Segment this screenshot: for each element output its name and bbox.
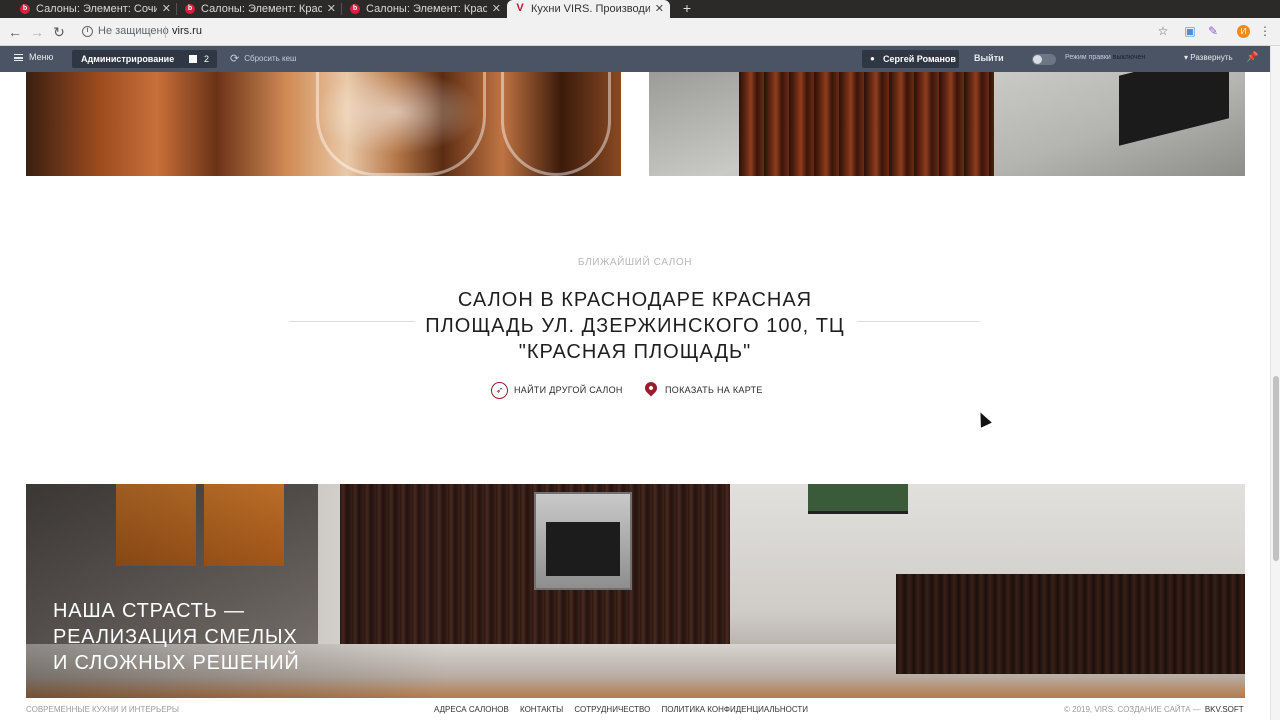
banner-slogan: НАША СТРАСТЬ — РЕАЛИЗАЦИЯ СМЕЛЫХ И СЛОЖН… [53, 598, 373, 676]
notifications-count: 2 [204, 54, 210, 64]
virs-favicon-icon: V [516, 2, 524, 14]
kitchen-banner[interactable]: НАША СТРАСТЬ — РЕАЛИЗАЦИЯ СМЕЛЫХ И СЛОЖН… [26, 484, 1245, 698]
copyright-text: © 2019, VIRS. СОЗДАНИЕ САЙТА — [1064, 705, 1201, 714]
tab-close-icon[interactable]: ✕ [492, 0, 501, 18]
hamburger-icon [14, 54, 23, 61]
dark-block [1119, 72, 1229, 146]
browser-menu-icon[interactable]: ⋮ [1258, 24, 1272, 38]
clear-cache-button[interactable]: ⟳ Сбросить кеш [230, 52, 296, 65]
mouse-cursor-icon [975, 409, 992, 428]
tab-strip: b Салоны: Элемент: Сочи ✕ b Салоны: Элем… [0, 0, 1280, 18]
notifications-button[interactable]: 2 [182, 50, 217, 68]
extension-cube-icon[interactable]: ▣ [1183, 24, 1197, 38]
reload-icon[interactable]: ↻ [50, 23, 68, 41]
footer-copyright: © 2019, VIRS. СОЗДАНИЕ САЙТА — BKV.SOFT [1064, 705, 1244, 714]
site-favicon-icon: b [185, 4, 195, 14]
show-on-map-label: ПОКАЗАТЬ НА КАРТЕ [665, 385, 763, 395]
chevron-down-icon: ▾ [1184, 53, 1189, 62]
expand-label: Развернуть [1190, 53, 1233, 62]
tv [808, 484, 908, 514]
administration-button[interactable]: Администрирование [72, 50, 184, 68]
tab-close-icon[interactable]: ✕ [327, 0, 336, 18]
section-eyebrow: БЛИЖАЙШИЙ САЛОН [577, 257, 693, 268]
oven [534, 492, 632, 590]
user-icon: ● [870, 54, 875, 63]
edit-mode-state: выключен [1112, 54, 1146, 61]
browser-window: b Салоны: Элемент: Сочи ✕ b Салоны: Элем… [0, 0, 1280, 720]
tab-salon-sochi[interactable]: b Салоны: Элемент: Сочи ✕ [12, 0, 177, 18]
edit-mode-label: Режим правки выключен [1065, 54, 1145, 61]
tab-salon-krasnodar-2[interactable]: b Салоны: Элемент: Крас ✕ [342, 0, 507, 18]
banner-line: НАША СТРАСТЬ — [53, 600, 245, 622]
message-icon [189, 55, 197, 63]
tab-title: Салоны: Элемент: Крас [201, 3, 322, 15]
kitchen-island [896, 574, 1245, 674]
map-pin-icon [642, 379, 660, 397]
footer-link-salons[interactable]: АДРЕСА САЛОНОВ [434, 705, 509, 714]
glass-decor [501, 72, 611, 176]
address-bar: ← → ↻ i Не защищено virs.ru ☆ ▣ ✎ ⋮ [0, 18, 1280, 46]
new-tab-button[interactable]: + [680, 0, 694, 18]
compass-icon: ➶ [491, 382, 508, 399]
admin-menu-button[interactable]: Меню [14, 52, 53, 62]
tab-title: Салоны: Элемент: Сочи [36, 3, 157, 15]
extension-pen-icon[interactable]: ✎ [1206, 24, 1220, 38]
footer-nav: АДРЕСА САЛОНОВ КОНТАКТЫ СОТРУДНИЧЕСТВО П… [434, 705, 817, 714]
admin-panel: Меню Администрирование 2 ⟳ Сбросить кеш ●… [0, 46, 1270, 72]
edit-mode-text: Режим правки [1065, 54, 1111, 61]
footer-tagline: СОВРЕМЕННЫЕ КУХНИ И ИНТЕРЬЕРЫ [26, 705, 180, 714]
tab-salon-krasnodar-1[interactable]: b Салоны: Элемент: Крас ✕ [177, 0, 342, 18]
edit-mode-toggle[interactable] [1032, 54, 1056, 65]
interior-photo-left [26, 72, 621, 176]
tab-close-icon[interactable]: ✕ [655, 0, 664, 18]
banner-line: И СЛОЖНЫХ РЕШЕНИЙ [53, 652, 300, 674]
wood-panel [739, 72, 994, 176]
tab-title: Салоны: Элемент: Крас [366, 3, 487, 15]
footer-link-cooperation[interactable]: СОТРУДНИЧЕСТВО [574, 705, 650, 714]
footer: СОВРЕМЕННЫЕ КУХНИ И ИНТЕРЬЕРЫ АДРЕСА САЛ… [0, 700, 1270, 720]
user-profile-button[interactable]: ● Сергей Романов [862, 50, 959, 68]
salon-title: САЛОН В КРАСНОДАРЕ КРАСНАЯ ПЛОЩАДЬ УЛ. Д… [425, 289, 845, 363]
glass-decor [316, 72, 486, 176]
footer-link-contacts[interactable]: КОНТАКТЫ [520, 705, 563, 714]
forward-arrow-icon[interactable]: → [28, 23, 46, 41]
footer-link-privacy[interactable]: ПОЛИТИКА КОНФИДЕНЦИАЛЬНОСТИ [662, 705, 809, 714]
banner-line: РЕАЛИЗАЦИЯ СМЕЛЫХ [53, 626, 298, 648]
url-divider [165, 26, 166, 38]
pin-icon[interactable]: 📌 [1246, 52, 1258, 63]
url-input[interactable]: virs.ru [172, 25, 202, 37]
admin-menu-label: Меню [29, 52, 54, 62]
profile-avatar[interactable]: И [1237, 25, 1250, 38]
refresh-icon: ⟳ [230, 53, 240, 65]
bookmark-star-icon[interactable]: ☆ [1156, 24, 1170, 38]
site-favicon-icon: b [20, 4, 30, 14]
security-status[interactable]: Не защищено [98, 25, 169, 37]
find-other-salon-label: НАЙТИ ДРУГОЙ САЛОН [514, 385, 623, 395]
tab-title: Кухни VIRS. Производит [531, 3, 650, 15]
tab-virs-active[interactable]: V Кухни VIRS. Производит ✕ [507, 0, 670, 18]
title-rule-right [857, 321, 980, 322]
info-icon[interactable]: i [82, 26, 93, 37]
expand-panel-button[interactable]: ▾ Развернуть [1184, 53, 1233, 62]
back-arrow-icon[interactable]: ← [6, 23, 24, 41]
developer-link[interactable]: BKV.SOFT [1205, 705, 1244, 714]
site-favicon-icon: b [350, 4, 360, 14]
page-scrollbar[interactable] [1270, 46, 1280, 720]
tab-close-icon[interactable]: ✕ [162, 0, 171, 18]
scrollbar-thumb[interactable] [1273, 376, 1279, 561]
logout-button[interactable]: Выйти [974, 53, 1004, 63]
title-rule-left [289, 321, 415, 322]
clear-cache-label: Сбросить кеш [244, 54, 297, 63]
user-name: Сергей Романов [883, 54, 956, 64]
interior-photo-right [649, 72, 1245, 176]
